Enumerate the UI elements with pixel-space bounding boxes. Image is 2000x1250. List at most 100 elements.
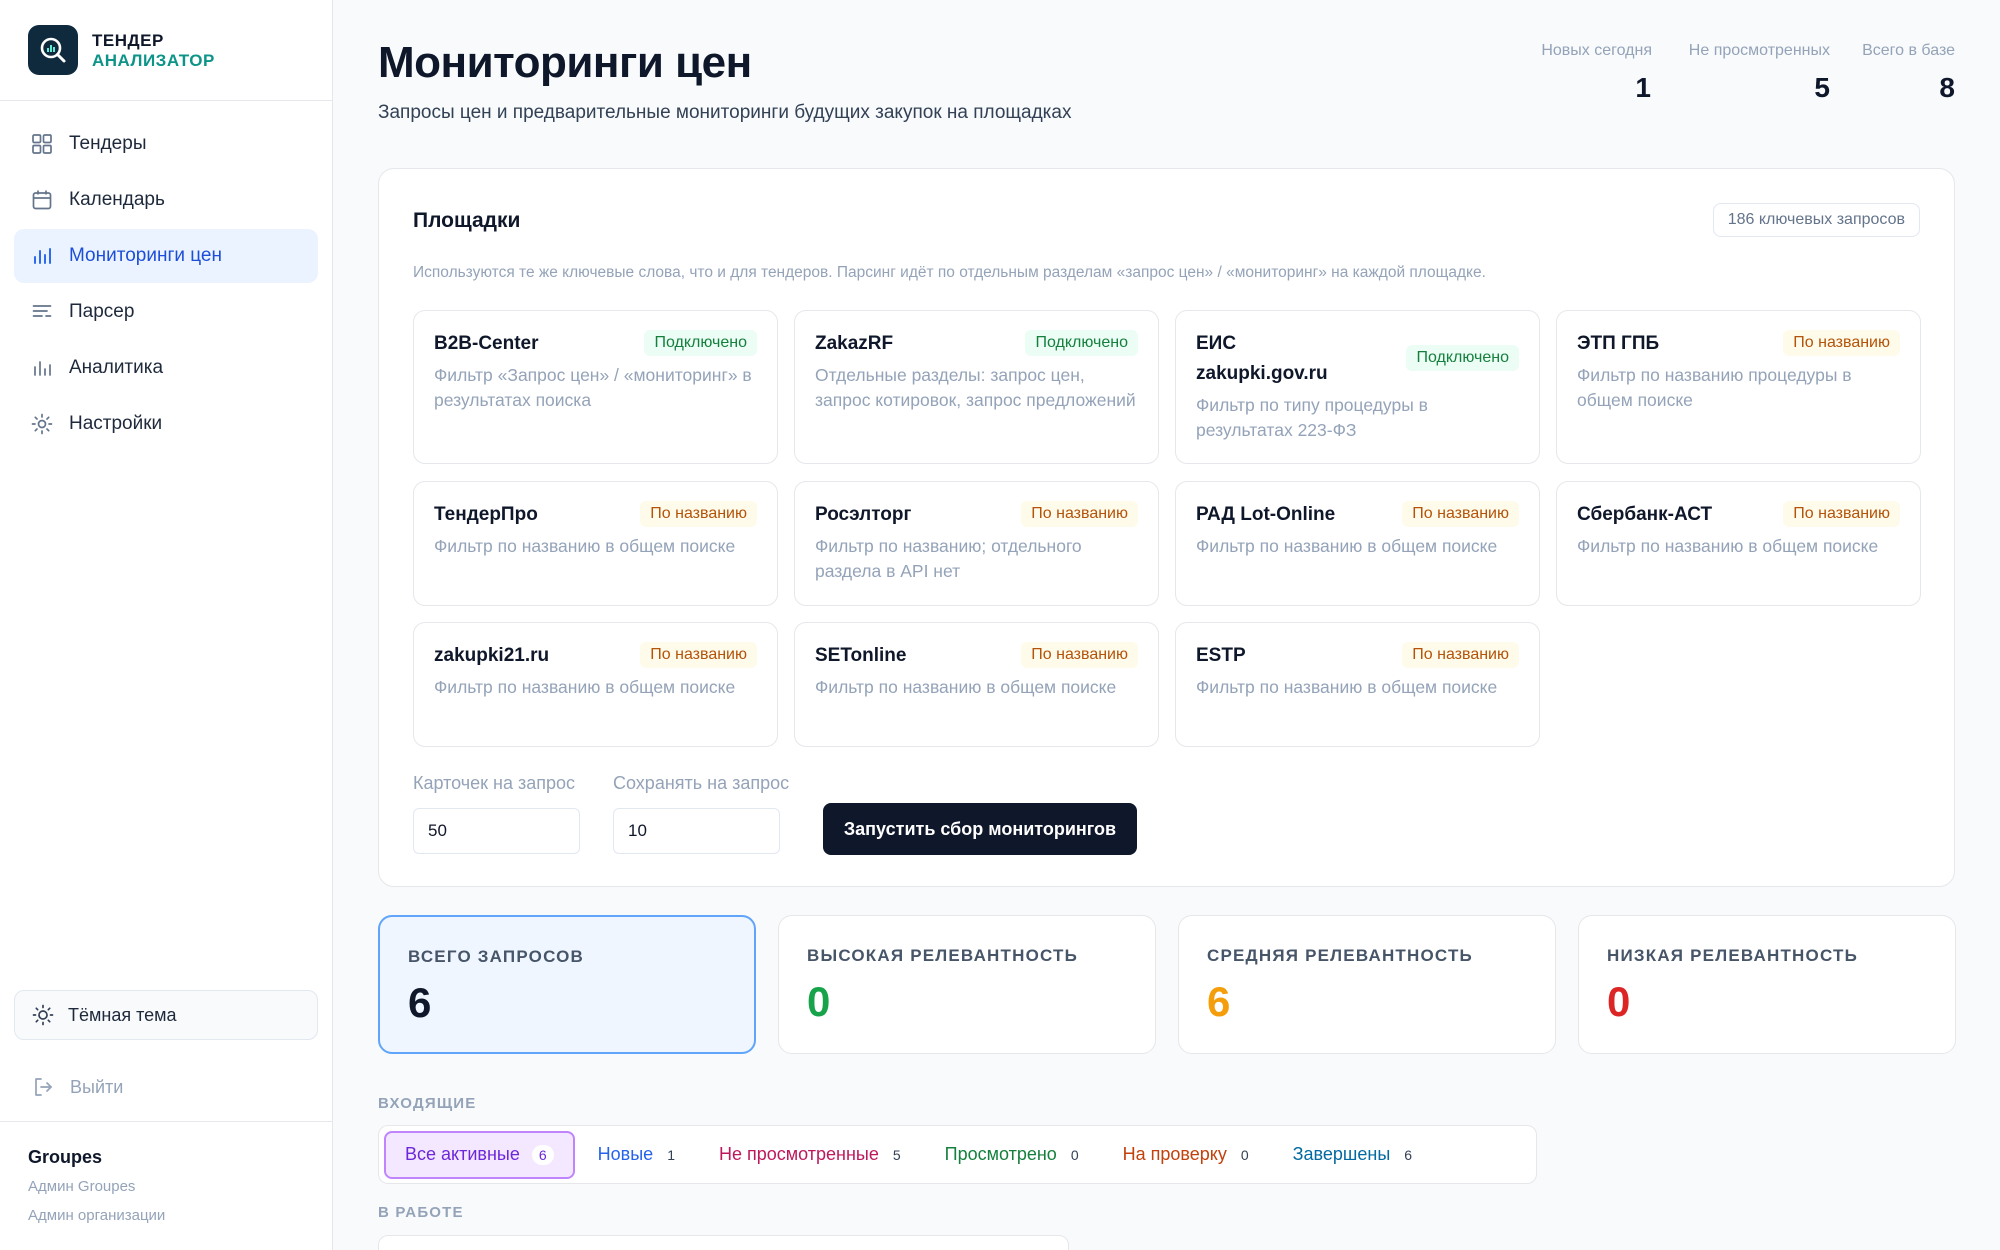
org-name: Groupes: [28, 1147, 103, 1167]
summary-card-low-relevance[interactable]: НИЗКАЯ РЕЛЕВАНТНОСТЬ 0: [1578, 915, 1956, 1054]
calendar-icon: [30, 188, 54, 212]
tab-count: 1: [667, 1146, 675, 1163]
status-badge: По названию: [1402, 501, 1519, 527]
nav-label: Календарь: [69, 189, 165, 210]
platform-card-sberbank-ast[interactable]: Сбербанк-АСТ По названию Фильтр по назва…: [1556, 481, 1921, 606]
nav-label: Тендеры: [69, 133, 147, 154]
nav-item-tenders[interactable]: Тендеры: [14, 117, 318, 171]
platform-card-b2b-center[interactable]: B2B-Center Подключено Фильтр «Запрос цен…: [413, 310, 778, 464]
nav-label: Настройки: [69, 413, 163, 434]
run-monitoring-collection-button[interactable]: Запустить сбор мониторингов: [823, 803, 1137, 855]
stat-label: Всего в базе: [1862, 42, 1955, 59]
bar-chart-icon: [30, 244, 54, 268]
summary-card-total[interactable]: ВСЕГО ЗАПРОСОВ 6: [378, 915, 756, 1054]
brand[interactable]: ТЕНДЕР АНАЛИЗАТОР: [0, 0, 332, 101]
status-badge: По названию: [640, 642, 757, 668]
nav-item-analytics[interactable]: Аналитика: [14, 341, 318, 395]
summary-card-medium-relevance[interactable]: СРЕДНЯЯ РЕЛЕВАНТНОСТЬ 6: [1178, 915, 1556, 1054]
platform-name: ТендерПро: [434, 504, 538, 525]
nav-item-calendar[interactable]: Календарь: [14, 173, 318, 227]
tab-new[interactable]: Новые 1: [577, 1131, 696, 1179]
summary-value: 6: [408, 979, 432, 1026]
platform-card-zakazrf[interactable]: ZakazRF Подключено Отдельные разделы: за…: [794, 310, 1159, 464]
platform-description: Отдельные разделы: запрос цен, запрос ко…: [815, 365, 1136, 410]
tab-count: 6: [1404, 1146, 1413, 1163]
status-badge: Подключено: [1025, 330, 1138, 356]
platform-name: ZakazRF: [815, 333, 894, 354]
filter-lines-icon: [30, 300, 54, 324]
platforms-description: Используются те же ключевые слова, что и…: [413, 264, 1486, 281]
platform-description: Фильтр по названию в общем поиске: [434, 677, 736, 697]
logout-icon: [32, 1076, 54, 1098]
org-role: Админ Groupes: [28, 1178, 136, 1195]
stat-total: Всего в базе 8: [1862, 42, 1955, 104]
status-badge: По названию: [1021, 501, 1138, 527]
platform-card-roseltorg[interactable]: Росэлторг По названию Фильтр по названию…: [794, 481, 1159, 606]
platform-card-tenderpro[interactable]: ТендерПро По названию Фильтр по названию…: [413, 481, 778, 606]
tab-completed[interactable]: Завершены 6: [1272, 1131, 1433, 1179]
incoming-tabs: Все активные 6 Новые 1 Не просмотренные …: [378, 1125, 1537, 1184]
summary-card-high-relevance[interactable]: ВЫСОКАЯ РЕЛЕВАНТНОСТЬ 0: [778, 915, 1156, 1054]
tab-label: Не просмотренные: [718, 1144, 879, 1164]
keywords-count-badge: 186 ключевых запросов: [1712, 203, 1920, 237]
tab-count: 0: [1240, 1146, 1249, 1163]
nav-item-settings[interactable]: Настройки: [14, 397, 318, 451]
platform-name: Сбербанк-АСТ: [1577, 504, 1713, 525]
gear-icon: [30, 412, 54, 436]
status-badge: По названию: [1021, 642, 1138, 668]
platform-card-rad-lot-online[interactable]: РАД Lot-Online По названию Фильтр по наз…: [1175, 481, 1540, 606]
platform-description: Фильтр по названию в общем поиске: [1577, 536, 1879, 556]
cards-per-query-label: Карточек на запрос: [413, 773, 576, 793]
theme-toggle-label: Тёмная тема: [68, 1004, 177, 1025]
in-work-tabs: [378, 1235, 1069, 1250]
nav-item-parser[interactable]: Парсер: [14, 285, 318, 339]
platform-name: ESTP: [1196, 645, 1246, 666]
platform-name: B2B-Center: [434, 333, 539, 354]
platform-card-estp[interactable]: ESTP По названию Фильтр по названию в об…: [1175, 622, 1540, 747]
sidebar: ТЕНДЕР АНАЛИЗАТОР Тендеры Календарь Мони…: [0, 0, 333, 1250]
tab-label: На проверку: [1122, 1144, 1227, 1164]
status-badge: Подключено: [1406, 345, 1519, 371]
nav-item-price-monitoring[interactable]: Мониторинги цен: [14, 229, 318, 283]
platform-description: Фильтр по названию в общем поиске: [434, 536, 736, 556]
tab-to-review[interactable]: На проверку 0: [1102, 1131, 1270, 1179]
save-per-query-input[interactable]: [613, 808, 780, 854]
logo-search-chart-icon: [28, 25, 78, 75]
cards-per-query-input[interactable]: [413, 808, 580, 854]
stat-value: 8: [1939, 72, 1955, 103]
platform-card-etp-gpb[interactable]: ЭТП ГПБ По названию Фильтр по названию п…: [1556, 310, 1921, 464]
logout-label: Выйти: [70, 1076, 124, 1097]
logout-button[interactable]: Выйти: [32, 1071, 123, 1103]
nav-label: Аналитика: [69, 357, 164, 378]
dark-theme-toggle[interactable]: Тёмная тема: [14, 990, 318, 1040]
tab-all-active[interactable]: Все активные 6: [384, 1130, 575, 1179]
nav-label: Парсер: [69, 301, 135, 322]
platform-card-zakupki21[interactable]: zakupki21.ru По названию Фильтр по назва…: [413, 622, 778, 747]
org-role-secondary: Админ организации: [28, 1207, 166, 1224]
page-subtitle: Запросы цен и предварительные мониторинг…: [378, 102, 1072, 123]
status-badge: По названию: [1783, 330, 1900, 356]
platform-card-setonline[interactable]: SETonline По названию Фильтр по названию…: [794, 622, 1159, 747]
org-info: Groupes Админ Groupes Админ организации: [28, 1147, 165, 1224]
platforms-title: Площадки: [413, 209, 521, 232]
stat-unviewed: Не просмотренных 5: [1689, 42, 1830, 104]
platform-card-eis[interactable]: ЕИС zakupki.gov.ru Подключено Фильтр по …: [1175, 310, 1540, 464]
stat-label: Новых сегодня: [1541, 42, 1652, 59]
tab-viewed[interactable]: Просмотрено 0: [924, 1131, 1100, 1179]
status-badge: По названию: [1783, 501, 1900, 527]
main-nav: Тендеры Календарь Мониторинги цен Парсер…: [0, 101, 332, 451]
platform-description: Фильтр по названию процедуры в общем пои…: [1577, 365, 1852, 410]
platform-description: Фильтр по названию в общем поиске: [1196, 536, 1498, 556]
in-work-section-label: В РАБОТЕ: [378, 1204, 464, 1221]
tab-unviewed[interactable]: Не просмотренные 5: [698, 1131, 922, 1179]
stat-label: Не просмотренных: [1688, 42, 1830, 59]
summary-value: 0: [807, 978, 831, 1025]
tab-count: 0: [1070, 1146, 1079, 1163]
save-per-query-label: Сохранять на запрос: [613, 773, 790, 793]
tab-label: Просмотрено: [944, 1144, 1057, 1164]
sidebar-divider: [0, 1121, 333, 1122]
summary-label: СРЕДНЯЯ РЕЛЕВАНТНОСТЬ: [1207, 946, 1473, 965]
tab-label: Все активные: [405, 1144, 520, 1164]
summary-value: 0: [1607, 978, 1631, 1025]
platform-description: Фильтр по названию в общем поиске: [815, 677, 1117, 697]
